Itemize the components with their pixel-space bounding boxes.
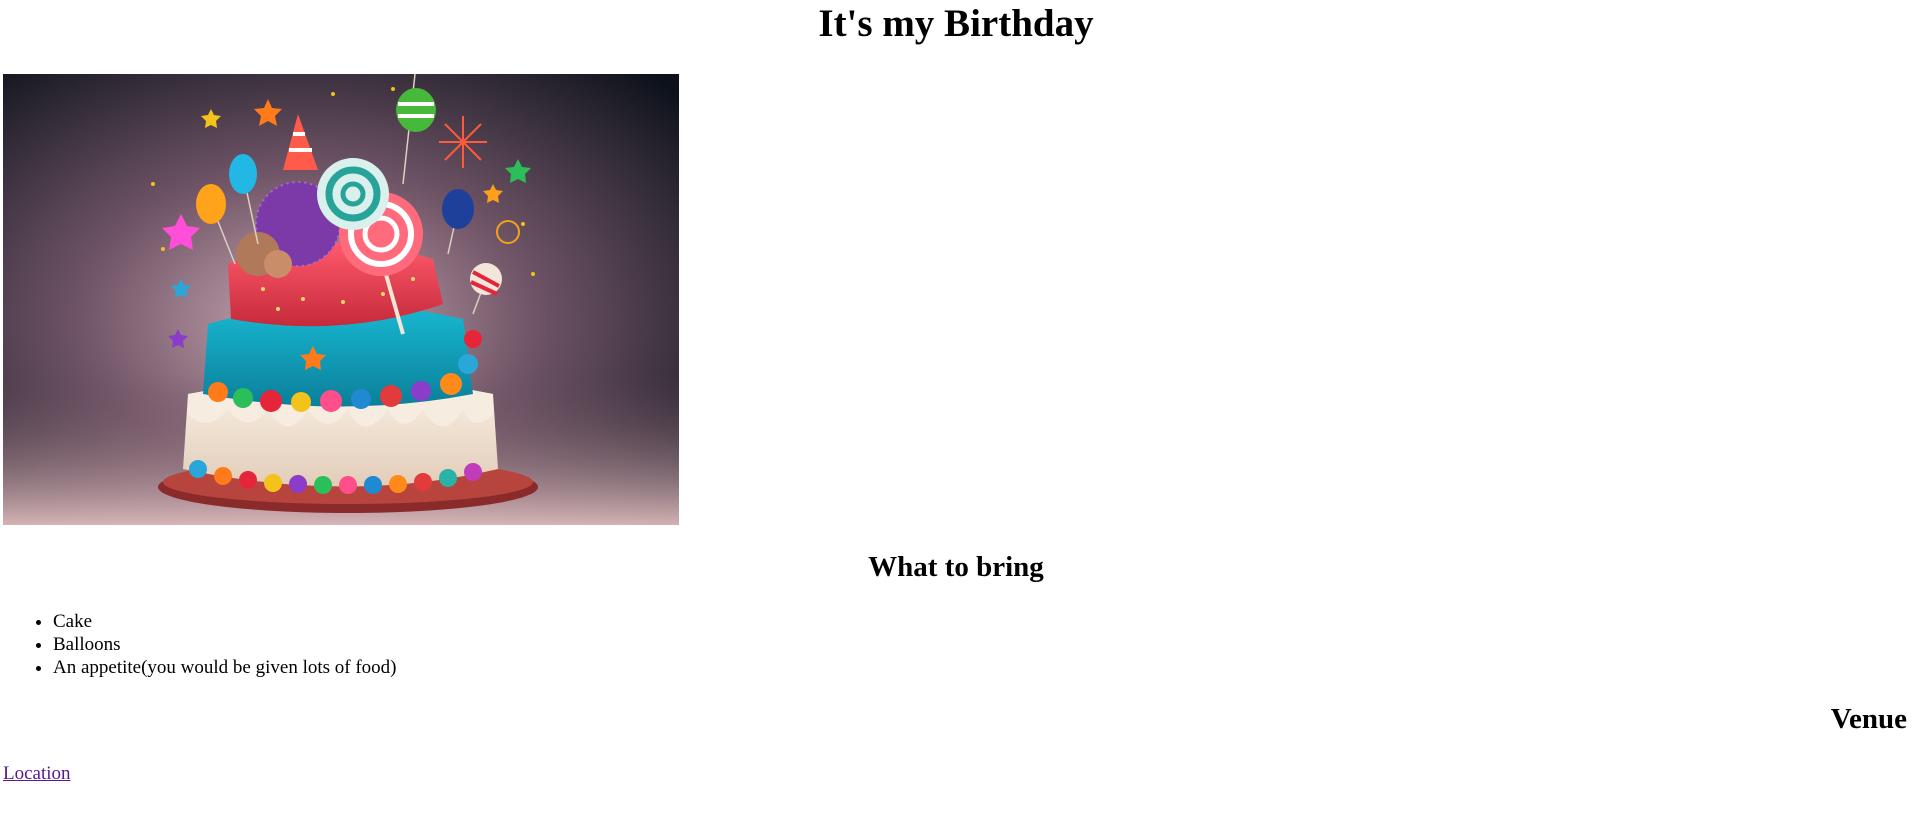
cake-illustration bbox=[3, 74, 679, 525]
page: It's my Birthday What to bring • Cake • … bbox=[0, 0, 1912, 838]
what-to-bring-heading: What to bring bbox=[868, 551, 1044, 583]
location-link[interactable]: Location bbox=[3, 762, 71, 785]
list-item: Cake bbox=[53, 610, 397, 633]
page-title: It's my Birthday bbox=[818, 2, 1094, 45]
list-item: Balloons bbox=[53, 633, 397, 656]
list-item: An appetite(you would be given lots of f… bbox=[53, 656, 397, 679]
cake-image bbox=[3, 74, 679, 525]
bring-list: Cake Balloons An appetite(you would be g… bbox=[0, 610, 397, 679]
venue-heading: Venue bbox=[1830, 703, 1907, 735]
